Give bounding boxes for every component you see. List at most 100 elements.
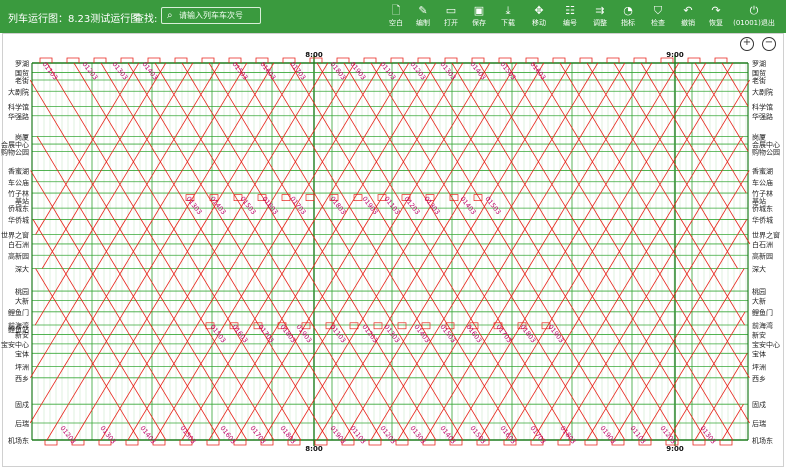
- station-label: 老街: [752, 76, 766, 85]
- station-label: 华强路: [8, 112, 29, 121]
- station-label: 机场东: [8, 436, 29, 445]
- train-line: [34, 62, 194, 326]
- time-label: 8:00: [305, 445, 323, 453]
- station-label: 科学馆: [8, 102, 29, 111]
- station-label: 鲤鱼门: [752, 308, 773, 317]
- station-label: 车公庙: [752, 178, 773, 187]
- station-label: 香蜜湖: [8, 166, 29, 175]
- train-number-label: 01603: [230, 323, 249, 344]
- station-label: 老街: [15, 76, 29, 85]
- station-label: 华强路: [752, 112, 773, 121]
- train-number-label: 01803: [558, 424, 577, 445]
- train-number-label: 01103: [348, 424, 367, 445]
- train-number-label: 01603: [218, 424, 237, 445]
- train-number-label: 01503: [438, 323, 457, 344]
- train-number-label: 01503: [468, 424, 487, 445]
- station-label: 罗湖: [15, 59, 29, 68]
- train-line: [30, 170, 194, 441]
- train-number-label: 01203: [402, 195, 421, 216]
- depot-loop: [397, 322, 407, 330]
- station-label: 宝体: [752, 349, 766, 358]
- station-label: 西乡: [752, 375, 766, 383]
- train-line: [640, 62, 751, 245]
- station-label: 购物公园: [752, 148, 780, 157]
- station-label: 桃园: [752, 287, 766, 296]
- train-line: [694, 62, 749, 152]
- train-number-label: 01303: [422, 195, 441, 216]
- time-label: 9:00: [666, 445, 684, 453]
- train-number-label: 01903: [598, 424, 617, 445]
- station-label: 固戍: [752, 400, 766, 409]
- station-label: 坪洲: [15, 363, 29, 371]
- train-line: [532, 79, 750, 441]
- depot-loop: [373, 322, 383, 330]
- train-line: [30, 62, 221, 379]
- depot-loop: [305, 194, 315, 201]
- station-label: 大剧院: [8, 87, 29, 96]
- train-line: [35, 268, 140, 441]
- train-line: [559, 62, 750, 379]
- train-number-label: 01503: [178, 424, 197, 445]
- station-label: 宝体: [15, 349, 29, 358]
- train-number-label: 01903: [294, 323, 313, 344]
- station-label: 购物公园: [1, 148, 29, 157]
- train-line: [640, 268, 745, 441]
- station-label: 高新园: [8, 251, 29, 260]
- station-label: 华侨城: [8, 215, 29, 224]
- train-number-label: 01603: [464, 323, 483, 344]
- station-label: 白石洲: [8, 240, 29, 249]
- station-label: 桃园: [15, 287, 29, 296]
- station-label: 新安: [752, 330, 766, 339]
- station-label: 世界之窗: [752, 231, 780, 240]
- station-label: 大新: [15, 297, 29, 306]
- station-label: 深大: [752, 264, 766, 273]
- train-number-label: 01203: [58, 424, 77, 445]
- train-number-label: 01603: [498, 424, 517, 445]
- station-label: 世界之窗: [1, 231, 29, 240]
- station-label: 鲤鱼门: [8, 308, 29, 317]
- station-label: 科学馆: [752, 102, 773, 111]
- train-number-label: 01303: [408, 424, 427, 445]
- station-label: 基站: [15, 197, 29, 206]
- train-number-label: 01603: [260, 195, 279, 216]
- train-number-label: 01903: [546, 323, 565, 344]
- station-label: 白石洲: [752, 240, 773, 249]
- station-label: 基站: [752, 197, 766, 206]
- train-number-label: 01703: [494, 323, 513, 344]
- train-line: [532, 62, 750, 424]
- station-label: 华侨城: [752, 215, 773, 224]
- train-line: [721, 62, 749, 107]
- station-label: 宝安中心: [1, 340, 29, 349]
- train-number-label: 01403: [138, 424, 157, 445]
- train-line: [35, 62, 140, 235]
- train-number-label: 01503: [483, 195, 502, 216]
- train-number-label: 01203: [360, 323, 379, 344]
- station-label: 固戍: [15, 400, 29, 409]
- train-line: [613, 219, 748, 441]
- depot-loop: [349, 322, 359, 330]
- station-label: 罗湖: [752, 59, 766, 68]
- train-number-label: 01303: [698, 424, 717, 445]
- station-label: 大新: [752, 297, 766, 306]
- train-line: [721, 403, 744, 441]
- station-label: 深大: [15, 264, 29, 273]
- station-label: 高新园: [752, 251, 773, 260]
- train-line: [586, 62, 745, 326]
- train-line: [613, 62, 738, 269]
- depot-loop: [449, 194, 459, 201]
- station-label: 西乡: [15, 375, 29, 383]
- station-label: 鲤鱼站: [8, 325, 29, 334]
- station-label: 后瑞: [752, 419, 766, 428]
- station-label: 香蜜湖: [752, 166, 773, 175]
- station-label: 后瑞: [15, 419, 29, 428]
- train-number-label: 01803: [518, 323, 537, 344]
- train-number-label: 01803: [278, 323, 297, 344]
- station-label: 车公庙: [8, 178, 29, 187]
- station-label: 宝安中心: [752, 340, 780, 349]
- station-label: 大剧院: [752, 87, 773, 96]
- station-label: 坪洲: [752, 363, 766, 371]
- train-number-label: 01903: [328, 424, 347, 445]
- train-diagram[interactable]: 罗湖 罗湖国贸 国贸老街 老街大剧院 大剧院科学馆 科学馆华强路 华强路岗厦 岗厦会展中心 会展…: [0, 0, 786, 469]
- station-label: 前海湾: [752, 321, 773, 330]
- station-label: 机场东: [752, 436, 773, 445]
